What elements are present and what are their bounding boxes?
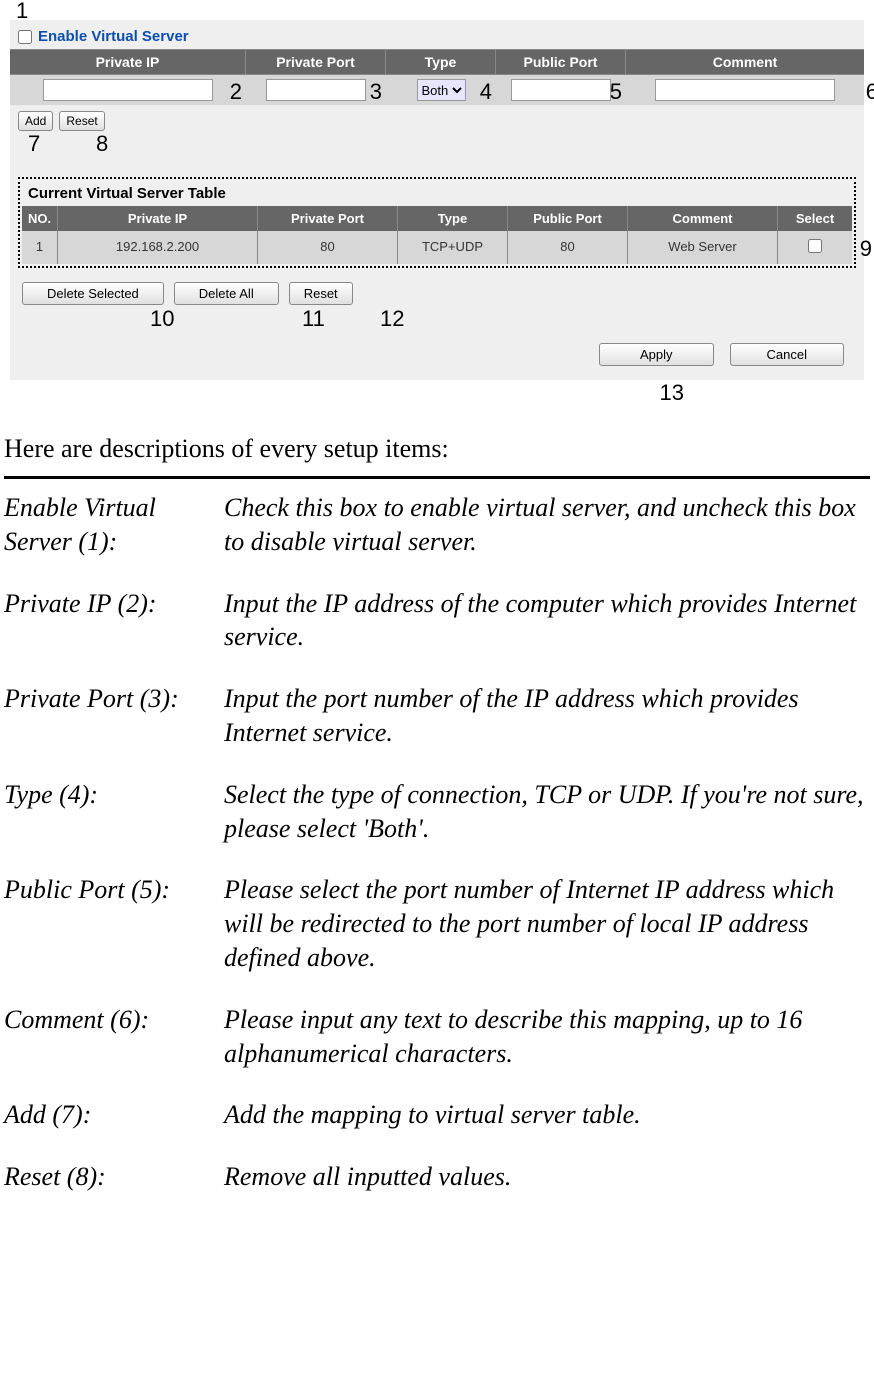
desc-text: Please select the port number of Interne… bbox=[224, 873, 870, 974]
delete-all-button[interactable]: Delete All bbox=[174, 282, 279, 305]
divider bbox=[4, 476, 870, 479]
callout-13: 13 bbox=[660, 380, 684, 406]
td-comment: Web Server bbox=[628, 231, 778, 264]
current-table-box: Current Virtual Server Table NO. Private… bbox=[18, 177, 856, 268]
desc-label: Enable Virtual Server (1): bbox=[4, 491, 224, 559]
header-public-port: Public Port bbox=[496, 50, 626, 74]
callout-4: 4 bbox=[480, 79, 492, 105]
callout-9: 9 bbox=[860, 236, 872, 262]
desc-row: Type (4): Select the type of connection,… bbox=[4, 778, 870, 846]
th-no: NO. bbox=[22, 206, 58, 231]
desc-text: Check this box to enable virtual server,… bbox=[224, 491, 870, 559]
th-public-port: Public Port bbox=[508, 206, 628, 231]
th-type: Type bbox=[398, 206, 508, 231]
desc-row: Private Port (3): Input the port number … bbox=[4, 682, 870, 750]
private-ip-input[interactable] bbox=[43, 79, 213, 101]
desc-label: Public Port (5): bbox=[4, 873, 224, 974]
table-header-row: NO. Private IP Private Port Type Public … bbox=[22, 206, 852, 231]
cancel-button[interactable]: Cancel bbox=[730, 343, 844, 366]
desc-text: Remove all inputted values. bbox=[224, 1160, 870, 1194]
td-type: TCP+UDP bbox=[398, 231, 508, 264]
callout-2: 2 bbox=[230, 79, 242, 105]
input-header-row: Private IP Private Port Type Public Port… bbox=[10, 49, 864, 75]
desc-label: Private IP (2): bbox=[4, 587, 224, 655]
th-private-port: Private Port bbox=[258, 206, 398, 231]
enable-checkbox[interactable] bbox=[18, 30, 32, 44]
input-row: 2 3 Both 4 5 6 bbox=[10, 75, 864, 105]
table-title: Current Virtual Server Table bbox=[22, 181, 852, 206]
callout-8: 8 bbox=[96, 131, 108, 157]
th-comment: Comment bbox=[628, 206, 778, 231]
header-type: Type bbox=[386, 50, 496, 74]
public-port-input[interactable] bbox=[511, 79, 611, 101]
desc-label: Comment (6): bbox=[4, 1003, 224, 1071]
desc-label: Type (4): bbox=[4, 778, 224, 846]
desc-text: Add the mapping to virtual server table. bbox=[224, 1098, 870, 1132]
desc-label: Reset (8): bbox=[4, 1160, 224, 1194]
descriptions-intro: Here are descriptions of every setup ite… bbox=[4, 434, 870, 464]
callout-3: 3 bbox=[370, 79, 382, 105]
td-private-port: 80 bbox=[258, 231, 398, 264]
header-private-port: Private Port bbox=[246, 50, 386, 74]
virtual-server-panel: 1 Enable Virtual Server Private IP Priva… bbox=[10, 20, 864, 380]
desc-row: Private IP (2): Input the IP address of … bbox=[4, 587, 870, 655]
callout-5: 5 bbox=[610, 79, 622, 105]
desc-label: Add (7): bbox=[4, 1098, 224, 1132]
enable-label: Enable Virtual Server bbox=[38, 28, 189, 45]
type-select[interactable]: Both bbox=[417, 79, 466, 101]
desc-text: Please input any text to describe this m… bbox=[224, 1003, 870, 1071]
callout-6: 6 bbox=[866, 79, 874, 105]
th-select: Select bbox=[778, 206, 852, 231]
desc-text: Input the IP address of the computer whi… bbox=[224, 587, 870, 655]
desc-row: Reset (8): Remove all inputted values. bbox=[4, 1160, 870, 1194]
apply-button[interactable]: Apply bbox=[599, 343, 714, 366]
row-select-checkbox[interactable] bbox=[808, 239, 822, 253]
private-port-input[interactable] bbox=[266, 79, 366, 101]
comment-input[interactable] bbox=[655, 79, 835, 101]
callout-1: 1 bbox=[16, 0, 28, 24]
desc-row: Public Port (5): Please select the port … bbox=[4, 873, 870, 974]
table-row: 1 192.168.2.200 80 TCP+UDP 80 Web Server bbox=[22, 231, 852, 264]
delete-selected-button[interactable]: Delete Selected bbox=[22, 282, 164, 305]
header-private-ip: Private IP bbox=[10, 50, 246, 74]
lower-buttons: Delete Selected Delete All Reset 10 11 1… bbox=[10, 274, 864, 305]
td-select bbox=[778, 231, 852, 264]
td-no: 1 bbox=[22, 231, 58, 264]
td-public-port: 80 bbox=[508, 231, 628, 264]
add-reset-row: Add Reset 7 8 bbox=[10, 105, 864, 137]
desc-row: Enable Virtual Server (1): Check this bo… bbox=[4, 491, 870, 559]
header-comment: Comment bbox=[626, 50, 864, 74]
reset2-button[interactable]: Reset bbox=[289, 282, 353, 305]
th-private-ip: Private IP bbox=[58, 206, 258, 231]
add-button[interactable]: Add bbox=[18, 111, 53, 131]
desc-text: Select the type of connection, TCP or UD… bbox=[224, 778, 870, 846]
descriptions-table: Enable Virtual Server (1): Check this bo… bbox=[4, 491, 870, 1194]
td-private-ip: 192.168.2.200 bbox=[58, 231, 258, 264]
desc-row: Comment (6): Please input any text to de… bbox=[4, 1003, 870, 1071]
enable-row: Enable Virtual Server bbox=[10, 20, 864, 49]
desc-row: Add (7): Add the mapping to virtual serv… bbox=[4, 1098, 870, 1132]
desc-text: Input the port number of the IP address … bbox=[224, 682, 870, 750]
desc-label: Private Port (3): bbox=[4, 682, 224, 750]
reset-button[interactable]: Reset bbox=[59, 111, 104, 131]
callout-7: 7 bbox=[28, 131, 40, 157]
apply-cancel-row: Apply Cancel bbox=[10, 323, 864, 370]
